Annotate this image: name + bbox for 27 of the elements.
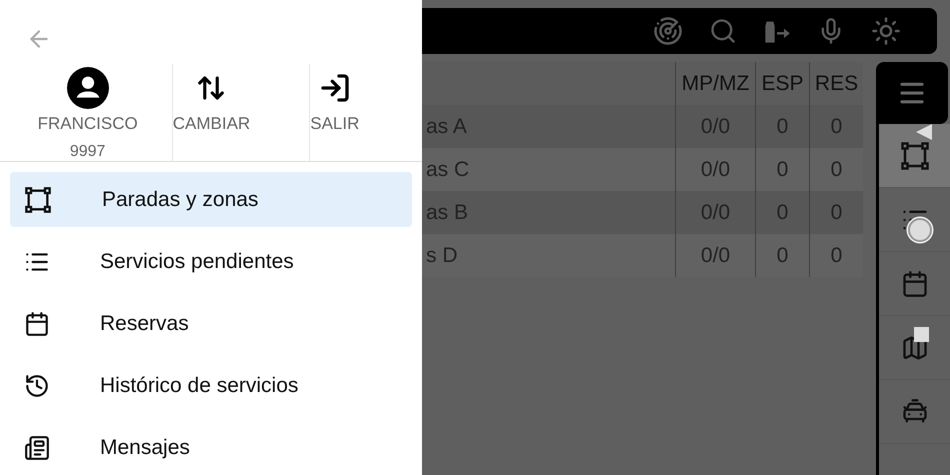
- menu-item[interactable]: Reservas: [10, 296, 412, 351]
- square-icon: [914, 327, 929, 342]
- touch-indicator-icon: [908, 218, 932, 242]
- selection-frame-icon: [900, 140, 930, 170]
- menu-item[interactable]: Servicios pendientes: [10, 234, 412, 289]
- brightness-icon[interactable]: [871, 16, 901, 46]
- user-number: 9997: [70, 143, 106, 161]
- menu-item[interactable]: Paradas y zonas: [10, 172, 412, 227]
- taxi-icon: [900, 398, 928, 426]
- menu-button[interactable]: [876, 62, 948, 124]
- profile-button[interactable]: FRANCISCO: [38, 64, 138, 143]
- pointer-triangle-icon: [916, 124, 932, 140]
- search-icon[interactable]: [709, 17, 737, 45]
- account-icon: [66, 67, 109, 109]
- history-icon: [24, 372, 50, 398]
- calendar-icon: [900, 270, 928, 298]
- exit-button[interactable]: SALIR: [309, 64, 360, 161]
- radar-icon[interactable]: [653, 16, 683, 46]
- exit-icon: [318, 72, 351, 104]
- map-icon: [900, 334, 928, 362]
- menu-item[interactable]: Histórico de servicios: [10, 358, 412, 413]
- calendar-icon: [24, 310, 50, 336]
- document-icon: [24, 434, 50, 460]
- menu-item[interactable]: Mensajes: [10, 420, 412, 475]
- selection-frame-icon: [24, 186, 52, 214]
- switch-button[interactable]: CAMBIAR: [172, 64, 250, 161]
- rail-item[interactable]: [879, 124, 950, 188]
